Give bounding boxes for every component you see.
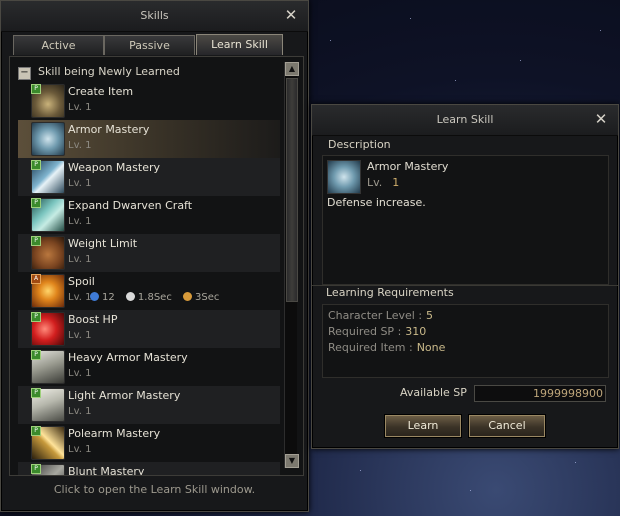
skill-name: Polearm Mastery — [68, 427, 161, 440]
skill-level: Lv. 1 — [68, 330, 92, 341]
reuse-time-icon — [183, 292, 193, 301]
skills-window-title: Skills — [1, 1, 308, 32]
craft-book-icon: P — [31, 198, 65, 232]
available-sp-value: 1999998900 — [474, 385, 606, 402]
skill-name: Armor Mastery — [68, 123, 150, 136]
description-box: Armor Mastery Lv. 1 Defense increase. — [322, 155, 609, 285]
skill-row-heavy-armor-mastery[interactable]: P Heavy Armor Mastery Lv. 1 — [18, 348, 280, 386]
skill-row-weapon-mastery[interactable]: P Weapon Mastery Lv. 1 — [18, 158, 280, 196]
group-label: Skill being Newly Learned — [38, 65, 180, 78]
skill-name: Weapon Mastery — [68, 161, 160, 174]
scroll-thumb[interactable] — [286, 78, 298, 302]
skill-row-blunt-mastery[interactable]: P Blunt Mastery — [18, 462, 280, 476]
tab-active[interactable]: Active — [13, 35, 104, 55]
bag-icon: P — [31, 236, 65, 270]
heavy-armor-icon: P — [31, 350, 65, 384]
reuse-time: 3Sec — [195, 292, 220, 303]
polearm-icon: P — [31, 426, 65, 460]
cast-time-icon — [125, 292, 135, 301]
skill-level: Lv. 1 — [68, 102, 92, 113]
skill-name: Light Armor Mastery — [68, 389, 181, 402]
armor-mastery-icon — [327, 160, 361, 194]
skill-level: Lv. 1 — [68, 368, 92, 379]
learn-window-title: Learn Skill — [312, 105, 618, 136]
learn-button[interactable]: Learn — [385, 415, 461, 437]
requirement-item: Required Item : None — [328, 341, 446, 354]
light-armor-icon: P — [31, 388, 65, 422]
requirement-character-level: Character Level :5 — [328, 309, 434, 322]
close-icon[interactable]: ✕ — [284, 8, 298, 23]
available-sp-label: Available SP — [400, 386, 467, 399]
heart-icon: P — [31, 312, 65, 346]
skill-name: Armor Mastery — [367, 160, 449, 173]
skill-level: Lv. 1 — [68, 444, 92, 455]
scroll-down-icon[interactable]: ▼ — [285, 454, 299, 468]
skill-row-polearm-mastery[interactable]: P Polearm Mastery Lv. 1 — [18, 424, 280, 462]
sword-icon: P — [31, 160, 65, 194]
cancel-button[interactable]: Cancel — [469, 415, 545, 437]
description-label: Description — [328, 138, 391, 151]
footer-hint: Click to open the Learn Skill window. — [53, 483, 256, 496]
skill-level: Lv. 1 — [68, 140, 92, 151]
skill-level: Lv. 1 — [68, 216, 92, 227]
requirement-sp: Required SP :310 — [328, 325, 427, 338]
skill-level: Lv. 1 — [68, 254, 92, 265]
mp-cost: 12 — [102, 292, 115, 303]
scrollbar[interactable]: ▲ ▼ — [284, 62, 299, 468]
skill-row-weight-limit[interactable]: P Weight Limit Lv. 1 — [18, 234, 280, 272]
skill-row-spoil[interactable]: A Spoil Lv. 1 12 1.8Sec 3Sec — [18, 272, 280, 310]
blunt-weapon-icon: P — [31, 464, 65, 475]
armor-mastery-icon — [31, 122, 65, 156]
skill-row-expand-dwarven-craft[interactable]: P Expand Dwarven Craft Lv. 1 — [18, 196, 280, 234]
skill-tabs: Active Passive Learn Skill — [13, 34, 283, 55]
skill-level: Lv. 1 — [68, 292, 92, 303]
skill-list: − Skill being Newly Learned P Create Ite… — [9, 56, 304, 476]
skill-row-create-item[interactable]: P Create Item Lv. 1 — [18, 82, 280, 120]
mp-icon — [90, 292, 99, 301]
skill-row-armor-mastery[interactable]: Armor Mastery Lv. 1 — [18, 120, 280, 158]
tab-learn-skill[interactable]: Learn Skill — [196, 34, 283, 55]
skill-level: Lv. 1 — [68, 406, 92, 417]
skills-window: Skills ✕ Active Passive Learn Skill − Sk… — [0, 0, 309, 512]
skill-name: Heavy Armor Mastery — [68, 351, 188, 364]
collapse-icon[interactable]: − — [18, 67, 31, 80]
skill-description: Defense increase. — [327, 196, 426, 209]
spoil-swirl-icon: A — [31, 274, 65, 308]
skill-name: Create Item — [68, 85, 134, 98]
skill-name: Expand Dwarven Craft — [68, 199, 193, 212]
skill-name: Weight Limit — [68, 237, 138, 250]
requirements-label: Learning Requirements — [326, 286, 454, 299]
skill-name: Boost HP — [68, 313, 118, 326]
skill-name: Blunt Mastery — [68, 465, 145, 476]
skill-level: Lv. 1 — [367, 176, 400, 189]
skill-name: Spoil — [68, 275, 95, 288]
scroll-up-icon[interactable]: ▲ — [285, 62, 299, 76]
skill-row-light-armor-mastery[interactable]: P Light Armor Mastery Lv. 1 — [18, 386, 280, 424]
tab-passive[interactable]: Passive — [104, 35, 195, 55]
learn-skill-window: Learn Skill ✕ Description Armor Mastery … — [311, 104, 619, 449]
close-icon[interactable]: ✕ — [594, 112, 608, 127]
spoil-stats: 12 1.8Sec 3Sec — [90, 292, 219, 303]
cast-time: 1.8Sec — [137, 292, 172, 303]
requirements-box: Character Level :5 Required SP :310 Requ… — [322, 304, 609, 378]
skill-row-boost-hp[interactable]: P Boost HP Lv. 1 — [18, 310, 280, 348]
wrench-icon: P — [31, 84, 65, 118]
skill-level: Lv. 1 — [68, 178, 92, 189]
